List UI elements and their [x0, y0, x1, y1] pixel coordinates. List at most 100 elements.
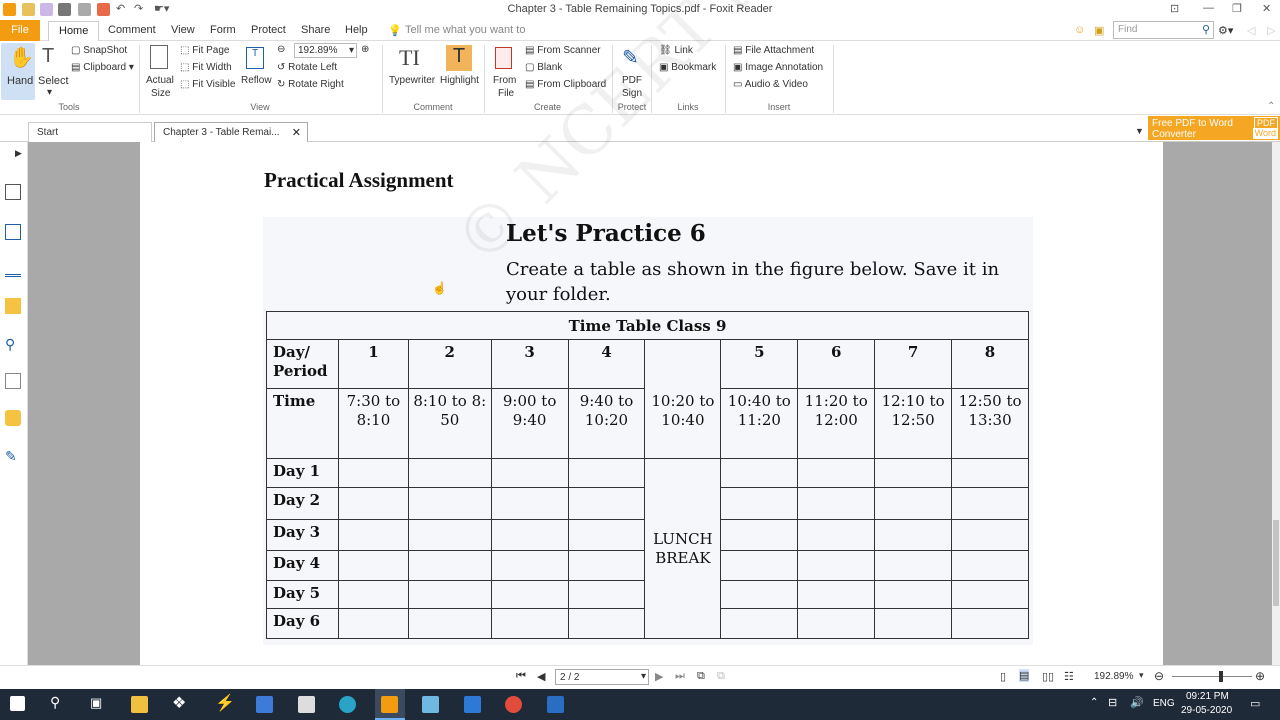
- group-insert-label: Insert: [767, 102, 791, 112]
- signatures-icon[interactable]: [5, 373, 21, 389]
- zoom-slider-thumb[interactable]: [1219, 671, 1223, 682]
- vscode-icon[interactable]: [464, 696, 481, 713]
- audio-video-button[interactable]: ▭ Audio & Video: [733, 79, 808, 90]
- last-page-icon[interactable]: ⏭: [675, 670, 685, 683]
- clipboard-button[interactable]: ▤ Clipboard ▾: [71, 62, 134, 73]
- back-icon[interactable]: ◁: [1247, 24, 1255, 37]
- zoom-in-icon[interactable]: ⊕: [1255, 669, 1265, 683]
- fit-page-button[interactable]: ⬚ Fit Page: [180, 45, 229, 56]
- zoom-in-icon[interactable]: ⊕: [361, 44, 369, 55]
- zoom-dropdown-icon[interactable]: ▾: [1139, 670, 1144, 681]
- clock-time[interactable]: 09:21 PM: [1186, 691, 1229, 702]
- tab-help[interactable]: Help: [345, 24, 368, 36]
- dropbox-icon[interactable]: ❖: [172, 693, 186, 713]
- zoom-level-label[interactable]: 192.89%: [1094, 671, 1133, 682]
- maximize-button[interactable]: ❐: [1232, 2, 1242, 15]
- blank-button[interactable]: ▢ Blank: [525, 62, 562, 73]
- zoom-out-icon[interactable]: ⊖: [1154, 669, 1164, 683]
- time-cell: 12:10 to 12:50: [874, 388, 953, 459]
- chrome-icon[interactable]: [505, 696, 522, 713]
- forward-icon[interactable]: ▷: [1267, 24, 1275, 37]
- notepad-icon[interactable]: [422, 696, 439, 713]
- next-view-icon[interactable]: ⧉: [717, 670, 725, 683]
- image-annotation-button[interactable]: ▣ Image Annotation: [733, 62, 823, 73]
- zoom-field[interactable]: 192.89% ▾: [294, 43, 357, 58]
- rotate-left-button[interactable]: ↺ Rotate Left: [277, 62, 337, 73]
- word-icon[interactable]: [547, 696, 564, 713]
- fit-visible-button[interactable]: ⬚ Fit Visible: [180, 79, 235, 90]
- network-icon[interactable]: ⊟: [1108, 696, 1117, 709]
- file-explorer-icon[interactable]: [131, 696, 148, 713]
- pages-icon[interactable]: [5, 224, 21, 240]
- minimize-button[interactable]: —: [1203, 2, 1214, 14]
- comments-icon[interactable]: [5, 298, 21, 314]
- tab-current-document[interactable]: Chapter 3 - Table Remai... ✕: [154, 122, 308, 142]
- security-lock-icon[interactable]: [5, 410, 21, 426]
- search-icon[interactable]: ⚲: [50, 694, 60, 711]
- tab-view[interactable]: View: [171, 24, 195, 36]
- scroll-thumb[interactable]: [1273, 520, 1279, 606]
- highlight-button[interactable]: T Highlight: [440, 43, 480, 100]
- page-number-field[interactable]: 2 / 2 ▾: [555, 669, 649, 685]
- find-input[interactable]: Find: [1118, 24, 1137, 35]
- attachments-icon[interactable]: ⚲: [5, 336, 21, 352]
- select-button[interactable]: T Select ▾: [38, 43, 69, 98]
- notifications-icon[interactable]: ▭: [1250, 697, 1260, 710]
- search-icon[interactable]: ⚲: [1202, 23, 1210, 36]
- mail-icon[interactable]: [256, 696, 273, 713]
- tab-start[interactable]: Start: [28, 122, 152, 142]
- close-tab-icon[interactable]: ✕: [292, 126, 301, 139]
- tab-home[interactable]: Home: [48, 21, 100, 42]
- foxit-taskbar-item[interactable]: [375, 689, 405, 720]
- rotate-right-button[interactable]: ↻ Rotate Right: [277, 79, 344, 90]
- store-icon[interactable]: [298, 696, 315, 713]
- tell-me-input[interactable]: Tell me what you want to: [405, 24, 525, 36]
- app-icon[interactable]: ⚡: [215, 693, 235, 713]
- ad-banner[interactable]: Free PDF to Word Converter PDF Word: [1148, 116, 1280, 140]
- snapshot-button[interactable]: ▢ SnapShot: [71, 45, 127, 56]
- previous-view-icon[interactable]: ⧉: [697, 670, 705, 683]
- find-box[interactable]: Find ⚲: [1113, 21, 1214, 39]
- previous-page-icon[interactable]: ◀: [537, 670, 545, 683]
- tray-chevron-icon[interactable]: ⌃: [1090, 697, 1098, 708]
- tab-file[interactable]: File: [0, 20, 40, 41]
- clock-date[interactable]: 29-05-2020: [1181, 705, 1232, 716]
- tab-share[interactable]: Share: [301, 24, 330, 36]
- edit-tool-icon[interactable]: ✎: [5, 448, 21, 464]
- expand-panel-icon[interactable]: ▶: [15, 148, 22, 159]
- folder-icon[interactable]: ▣: [1094, 24, 1104, 37]
- facing-page-icon[interactable]: ▯▯: [1042, 670, 1054, 683]
- zoom-slider[interactable]: [1172, 676, 1252, 677]
- tab-list-icon[interactable]: ▼: [1135, 126, 1144, 136]
- continuous-facing-icon[interactable]: ☷: [1064, 670, 1074, 683]
- restore-ribbon-icon[interactable]: ⊡: [1170, 2, 1179, 15]
- from-file-button[interactable]: From File: [489, 43, 521, 100]
- settings-icon[interactable]: ⚙▾: [1218, 24, 1233, 37]
- smiley-icon[interactable]: ☺: [1074, 24, 1085, 36]
- layers-icon[interactable]: [5, 261, 21, 277]
- vertical-scrollbar[interactable]: [1272, 142, 1280, 665]
- zoom-out-icon[interactable]: ⊖: [277, 44, 285, 55]
- single-page-icon[interactable]: ▯: [1000, 670, 1006, 683]
- collapse-ribbon-icon[interactable]: ⌃: [1267, 101, 1275, 112]
- close-button[interactable]: ✕: [1262, 2, 1271, 15]
- tab-comment[interactable]: Comment: [108, 24, 156, 36]
- task-view-icon[interactable]: ▣: [90, 695, 102, 711]
- file-attachment-button[interactable]: ▤ File Attachment: [733, 45, 814, 56]
- reflow-button[interactable]: T Reflow: [240, 43, 274, 100]
- tab-protect[interactable]: Protect: [251, 24, 286, 36]
- fit-width-button[interactable]: ⬚ Fit Width: [180, 62, 232, 73]
- actual-size-button[interactable]: Actual Size: [143, 43, 177, 100]
- tab-form[interactable]: Form: [210, 24, 236, 36]
- windows-start-icon[interactable]: [10, 696, 25, 711]
- typewriter-button[interactable]: TI Typewriter: [389, 43, 435, 100]
- continuous-page-icon[interactable]: ▤: [1019, 669, 1030, 682]
- edge-icon[interactable]: [339, 696, 356, 713]
- first-page-icon[interactable]: ⏮: [516, 670, 526, 683]
- next-page-icon[interactable]: ▶: [655, 670, 663, 683]
- language-indicator[interactable]: ENG: [1153, 698, 1175, 709]
- page-thumbnails-icon[interactable]: [5, 184, 21, 200]
- from-scanner-button[interactable]: ▤ From Scanner: [525, 45, 601, 56]
- hand-button[interactable]: ✋ Hand: [1, 43, 35, 100]
- volume-icon[interactable]: 🔊: [1130, 696, 1144, 709]
